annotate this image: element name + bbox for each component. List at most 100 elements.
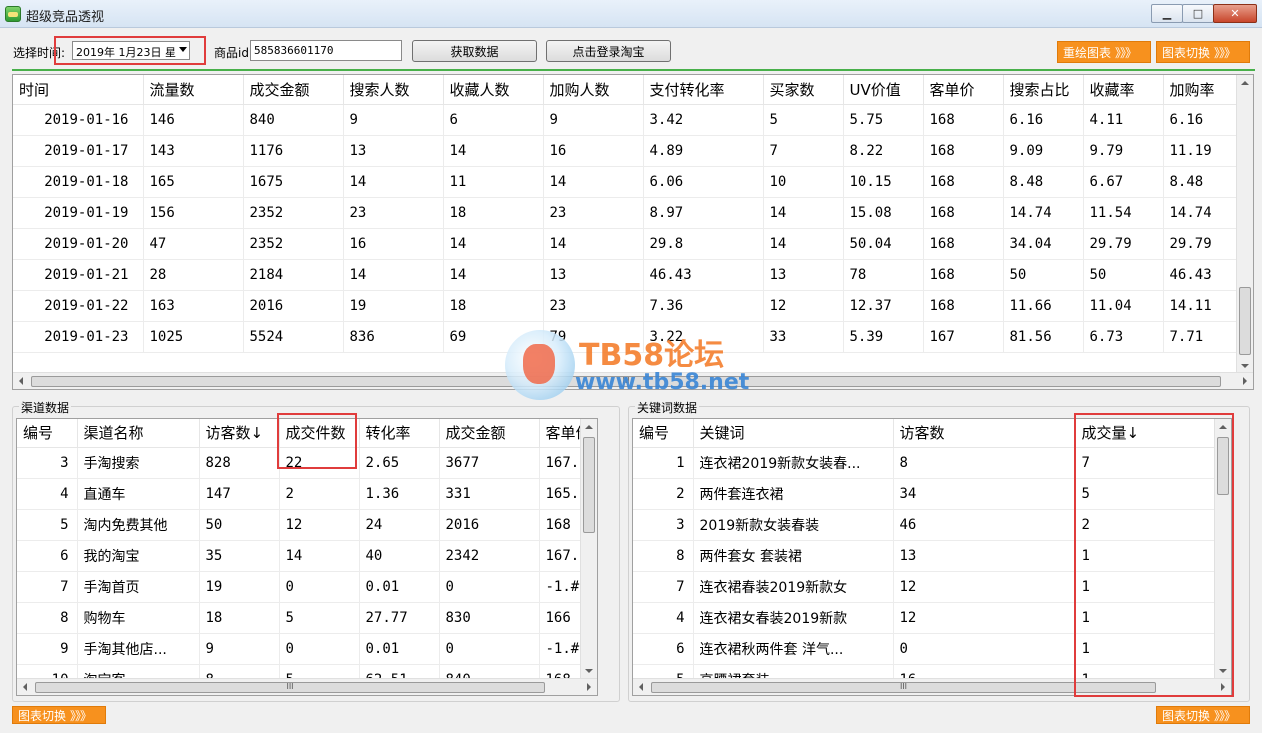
channel-column-header[interactable]: 成交件数 — [279, 419, 360, 448]
channel-cell: 5 — [17, 509, 78, 541]
fetch-data-button[interactable]: 获取数据 — [412, 40, 537, 62]
table-row[interactable]: 2019-01-20 47 2352 16 14 14 29.8 14 50.04 168 34.0… — [13, 228, 1239, 260]
daily-cell: 16 — [343, 228, 444, 260]
scroll-down-icon[interactable] — [585, 669, 593, 673]
table-row[interactable]: 2019-01-21 28 2184 14 14 13 46.43 13 78 168 50 50 46… — [13, 259, 1239, 291]
table-row[interactable]: 6我的淘宝3514402342167.2 — [17, 540, 584, 572]
channel-grid[interactable]: 编号渠道名称访客数↓成交件数转化率成交金额客单价 3手淘搜索828222.653… — [16, 418, 598, 696]
channel-column-header[interactable]: 成交金额 — [439, 419, 540, 448]
channel-cell: 5 — [279, 602, 360, 634]
scroll-left-icon[interactable] — [639, 683, 643, 691]
channel-vertical-scrollbar[interactable] — [580, 419, 597, 679]
channel-column-header[interactable]: 编号 — [17, 419, 78, 448]
channel-cell: 9 — [17, 633, 78, 665]
close-button[interactable]: ✕ — [1213, 4, 1257, 23]
channel-column-header[interactable]: 访客数↓ — [199, 419, 280, 448]
scroll-right-icon[interactable] — [1243, 377, 1247, 385]
table-row[interactable]: 2019-01-18 165 1675 14 11 14 6.06 10 10.15 168 8.4… — [13, 166, 1239, 198]
keyword-cell: 1 — [1075, 571, 1217, 603]
table-row[interactable]: 7 连衣裙春装2019新款女 12 1 — [633, 571, 1217, 603]
channel-vertical-thumb[interactable] — [583, 437, 595, 533]
scroll-down-icon[interactable] — [1219, 669, 1227, 673]
divider-line — [12, 69, 1255, 71]
scroll-right-icon[interactable] — [587, 683, 591, 691]
daily-cell: 14 — [443, 259, 544, 291]
daily-cell: 2019-01-22 — [13, 290, 144, 322]
table-row[interactable]: 7手淘首页1900.010-1.#I — [17, 571, 584, 603]
switch-chart-button-top[interactable]: 图表切换 》》》 — [1156, 41, 1250, 63]
keyword-horizontal-thumb[interactable]: III — [651, 682, 1156, 693]
daily-cell: 13 — [343, 135, 444, 167]
channel-cell: 166 — [539, 602, 584, 634]
table-row[interactable]: 3 2019新款女装春装 46 2 — [633, 509, 1217, 541]
daily-cell: 2019-01-23 — [13, 321, 144, 353]
login-taobao-button[interactable]: 点击登录淘宝 — [546, 40, 671, 62]
table-row[interactable]: 2019-01-19 156 2352 23 18 23 8.97 14 15.08 168 14.… — [13, 197, 1239, 229]
channel-cell: -1.#I — [539, 633, 584, 665]
table-row[interactable]: 9手淘其他店...900.010-1.#I — [17, 633, 584, 665]
channel-column-header[interactable]: 渠道名称 — [77, 419, 200, 448]
maximize-button[interactable]: □ — [1182, 4, 1214, 23]
forum-watermark: TB58论坛 www.tb58.net — [505, 330, 765, 400]
table-row[interactable]: 4 连衣裙女春装2019新款 12 1 — [633, 602, 1217, 634]
table-row[interactable]: 1 连衣裙2019新款女装春... 8 7 — [633, 447, 1217, 479]
table-row[interactable]: 8 购物车 18 5 27.77 830 166 — [17, 602, 584, 634]
daily-column-header[interactable]: 收藏人数 — [443, 75, 544, 105]
table-row[interactable]: 2019-01-22 163 2016 19 18 23 7.36 12 12.37 168 11.… — [13, 290, 1239, 322]
keyword-cell: 5 — [1075, 478, 1217, 510]
main-vertical-scrollbar[interactable] — [1236, 75, 1253, 374]
scroll-left-icon[interactable] — [19, 377, 23, 385]
daily-column-header[interactable]: 流量数 — [143, 75, 244, 105]
keyword-cell: 0 — [893, 633, 1076, 665]
table-row[interactable]: 4直通车14721.36331165.5 — [17, 478, 584, 510]
daily-cell: 14.11 — [1163, 290, 1239, 322]
daily-column-header[interactable]: 买家数 — [763, 75, 844, 105]
daily-column-header[interactable]: 搜索占比 — [1003, 75, 1084, 105]
table-row[interactable]: 8 两件套女 套装裙 13 1 — [633, 540, 1217, 572]
channel-cell: 直通车 — [77, 478, 200, 510]
scroll-up-icon[interactable] — [585, 425, 593, 429]
scroll-right-icon[interactable] — [1221, 683, 1225, 691]
product-id-input[interactable]: 585836601170 — [250, 40, 402, 61]
channel-horizontal-thumb[interactable]: III — [35, 682, 545, 693]
daily-column-header[interactable]: 加购率 — [1163, 75, 1239, 105]
channel-horizontal-scrollbar[interactable]: III — [17, 678, 597, 695]
channel-column-header[interactable]: 转化率 — [359, 419, 440, 448]
daily-column-header[interactable]: UV价值 — [843, 75, 924, 105]
switch-chart-button-right[interactable]: 图表切换 》》》 — [1156, 706, 1250, 724]
minimize-button[interactable]: ▁ — [1151, 4, 1183, 23]
scroll-left-icon[interactable] — [23, 683, 27, 691]
daily-column-header[interactable]: 支付转化率 — [643, 75, 764, 105]
daily-column-header[interactable]: 加购人数 — [543, 75, 644, 105]
daily-column-header[interactable]: 时间 — [13, 75, 144, 105]
daily-cell: 4.89 — [643, 135, 764, 167]
table-row[interactable]: 6 连衣裙秋两件套 洋气... 0 1 — [633, 633, 1217, 665]
keyword-column-header[interactable]: 关键词 — [693, 419, 894, 448]
daily-column-header[interactable]: 搜索人数 — [343, 75, 444, 105]
switch-chart-button-left[interactable]: 图表切换 》》》 — [12, 706, 106, 724]
table-row[interactable]: 2019-01-16 146 840 9 6 9 3.42 5 5.75 168 6.16 4.11 6… — [13, 104, 1239, 136]
keyword-column-header[interactable]: 编号 — [633, 419, 694, 448]
daily-column-header[interactable]: 收藏率 — [1083, 75, 1164, 105]
table-row[interactable]: 2 两件套连衣裙 34 5 — [633, 478, 1217, 510]
redraw-chart-button[interactable]: 重绘图表 》》》 — [1057, 41, 1151, 63]
scroll-up-icon[interactable] — [1241, 81, 1249, 85]
table-row[interactable]: 5 淘内免费其他 50 12 24 2016 168 — [17, 509, 584, 541]
table-row[interactable]: 2019-01-17 143 1176 13 14 16 4.89 7 8.22 168 9.09 9… — [13, 135, 1239, 167]
daily-column-header[interactable]: 成交金额 — [243, 75, 344, 105]
keyword-grid[interactable]: 编号 关键词 访客数 成交量↓ 1 连衣裙2019新款女装春... 8 7 2 两件套连衣裙 34… — [632, 418, 1232, 696]
scroll-down-icon[interactable] — [1241, 364, 1249, 368]
table-row[interactable]: 3手淘搜索828222.653677167.1 — [17, 447, 584, 479]
daily-column-header[interactable]: 客单价 — [923, 75, 1004, 105]
daily-cell: 23 — [343, 197, 444, 229]
scroll-up-icon[interactable] — [1219, 425, 1227, 429]
keyword-column-header[interactable]: 访客数 — [893, 419, 1076, 448]
date-highlight-box — [54, 36, 206, 65]
keyword-horizontal-scrollbar[interactable]: III — [633, 678, 1231, 695]
channel-column-header[interactable]: 客单价 — [539, 419, 584, 448]
daily-cell: 12.37 — [843, 290, 924, 322]
keyword-column-header[interactable]: 成交量↓ — [1075, 419, 1217, 448]
keyword-vertical-thumb[interactable] — [1217, 437, 1229, 495]
keyword-vertical-scrollbar[interactable] — [1214, 419, 1231, 679]
main-vertical-thumb[interactable] — [1239, 287, 1251, 355]
